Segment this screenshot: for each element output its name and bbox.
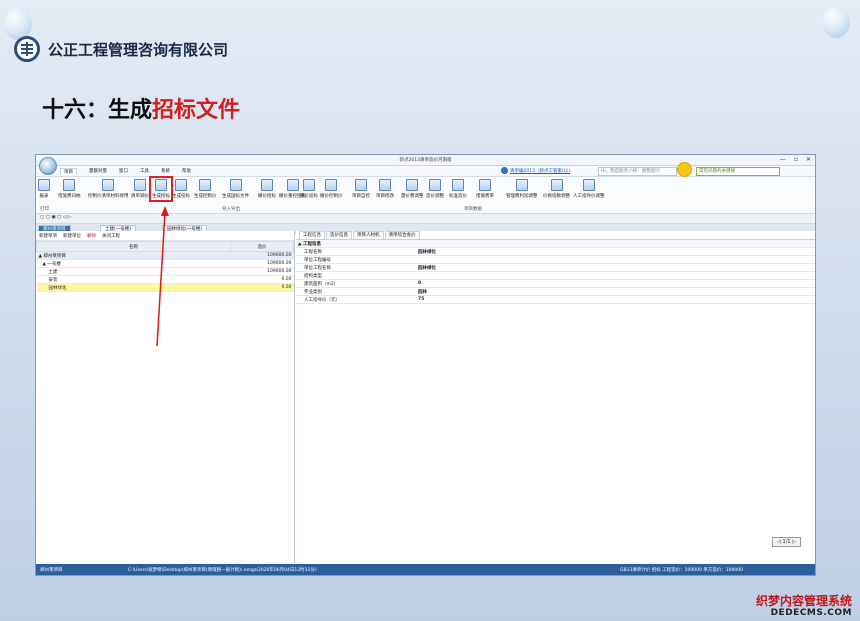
watermark-title: 织梦内容管理系统 — [755, 593, 852, 608]
app-logo-icon[interactable] — [39, 157, 57, 175]
watermark: 织梦内容管理系统 DEDECMS.COM — [756, 594, 852, 619]
watermark-url: DEDECMS.COM — [770, 608, 852, 619]
annotation-arrow — [156, 206, 169, 347]
